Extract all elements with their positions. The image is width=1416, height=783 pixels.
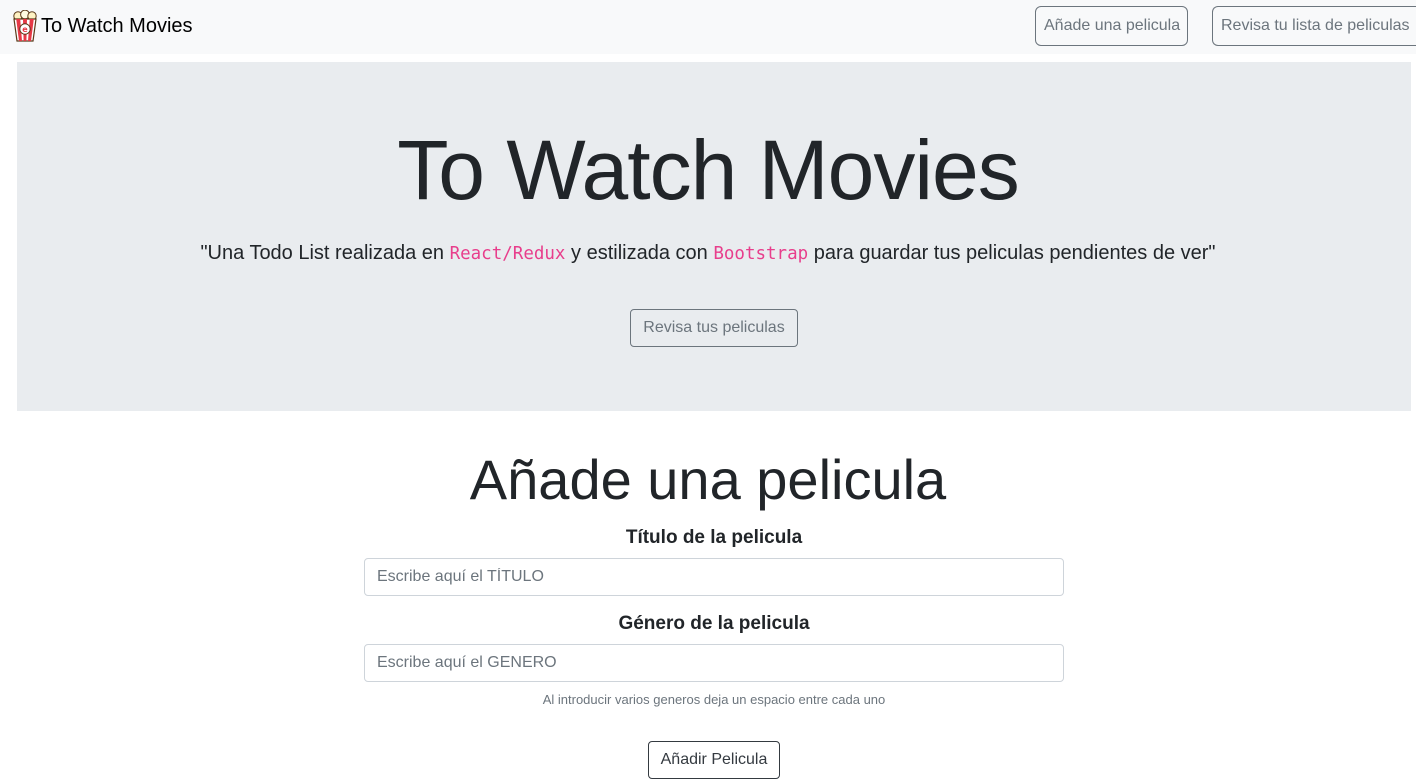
popcorn-icon: e — [13, 10, 37, 42]
hero-lead-text-1: "Una Todo List realizada en — [200, 242, 450, 264]
review-movies-button[interactable]: Revisa tus peliculas — [630, 309, 798, 347]
movie-title-input[interactable] — [364, 558, 1064, 596]
hero-lead-text-2: y estilizada con — [565, 242, 714, 264]
bootstrap-code: Bootstrap — [713, 244, 809, 264]
navbar: e To Watch Movies Añade una pelicula Rev… — [0, 0, 1416, 54]
movie-genre-label: Género de la pelicula — [618, 613, 810, 634]
svg-text:e: e — [22, 25, 28, 34]
add-movie-button[interactable]: Añadir Pelicula — [648, 741, 780, 779]
movie-genre-input[interactable] — [364, 644, 1064, 682]
movie-title-label: Título de la pelicula — [625, 527, 803, 548]
genre-help-text: Al introducir varios generos deja un esp… — [542, 692, 886, 707]
add-movie-nav-button[interactable]: Añade una pelicula — [1035, 6, 1188, 46]
hero-title: To Watch Movies — [397, 123, 1019, 217]
hero-lead-text-3: para guardar tus peliculas pendientes de… — [808, 242, 1216, 264]
add-movie-title: Añade una pelicula — [469, 448, 947, 511]
hero-jumbotron — [17, 62, 1411, 411]
hero-description: "Una Todo List realizada en React/Redux … — [0, 242, 1416, 265]
movie-list-nav-button[interactable]: Revisa tu lista de peliculas — [1212, 6, 1416, 46]
react-redux-code: React/Redux — [449, 244, 566, 264]
brand-title: To Watch Movies — [41, 14, 193, 37]
navbar-brand[interactable]: e To Watch Movies — [12, 10, 193, 42]
